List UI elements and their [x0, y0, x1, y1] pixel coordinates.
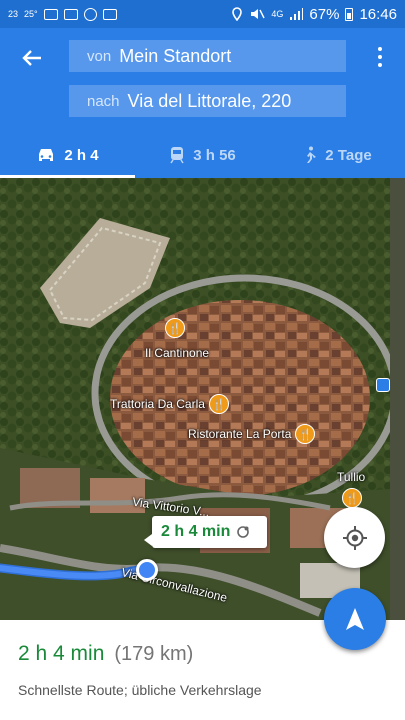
- route-duration: 2 h 4 min: [18, 642, 105, 665]
- destination-field[interactable]: nach Via del Littorale, 220: [69, 85, 346, 117]
- poi-la-porta-label: Ristorante La Porta: [188, 427, 292, 441]
- poi-tullio-label: Tullio: [337, 470, 366, 484]
- network-type: 4G: [271, 8, 284, 19]
- more-dot-icon: [378, 55, 382, 59]
- status-temperature: 25°: [24, 9, 38, 19]
- more-options-button[interactable]: [371, 42, 389, 72]
- refresh-icon: [83, 7, 97, 21]
- origin-prefix: von: [87, 47, 112, 65]
- directions-header: von Mein Standort nach Via del Littorale…: [0, 28, 405, 178]
- poi-ristorante-la-porta[interactable]: Ristorante La Porta 🍴: [188, 424, 316, 444]
- tab-driving[interactable]: 2 h 4: [0, 132, 135, 178]
- car-icon: [39, 149, 54, 161]
- tab-transit-label: 3 h 56: [193, 146, 236, 164]
- signal-icon: [290, 8, 304, 20]
- my-location-button[interactable]: [324, 507, 385, 568]
- more-dot-icon: [378, 47, 382, 51]
- back-button[interactable]: [14, 42, 50, 74]
- status-bar: 23 25° 4G 67% 16:46: [0, 0, 405, 28]
- crosshair-icon: [342, 525, 367, 550]
- destination-value: Via del Littorale, 220: [127, 90, 292, 111]
- app-icon: [102, 8, 117, 20]
- walk-icon: [307, 146, 317, 163]
- tab-walking-label: 2 Tage: [325, 146, 372, 164]
- tab-transit[interactable]: 3 h 56: [135, 132, 270, 178]
- poi-il-cantinone[interactable]: 🍴: [165, 318, 185, 338]
- gmail-icon: [63, 8, 78, 20]
- location-icon: [232, 7, 243, 21]
- mute-icon: [251, 9, 266, 19]
- tab-walking[interactable]: 2 Tage: [270, 132, 405, 178]
- route-duration-bubble[interactable]: 2 h 4 min: [144, 516, 267, 548]
- poi-il-cantinone-label: Il Cantinone: [145, 346, 210, 360]
- route-distance: (179 km): [114, 643, 194, 665]
- route-summary: 2 h 4 min (179 km): [18, 642, 387, 666]
- restaurant-icon: 🍴: [295, 424, 316, 444]
- poi-trattoria-da-carla[interactable]: Trattoria Da Carla 🍴: [110, 394, 229, 414]
- status-right: 4G 67% 16:46: [231, 6, 397, 23]
- bus-icon: [376, 378, 390, 392]
- status-notification-count: 23: [8, 9, 19, 19]
- tab-driving-label: 2 h 4: [64, 146, 99, 164]
- poi-trattoria-label: Trattoria Da Carla: [110, 397, 205, 411]
- more-dot-icon: [378, 63, 382, 67]
- current-location-dot: [136, 559, 158, 581]
- toll-icon: [237, 526, 250, 538]
- status-time: 16:46: [359, 5, 397, 23]
- status-left: 23 25°: [8, 7, 117, 21]
- origin-field[interactable]: von Mein Standort: [69, 40, 346, 72]
- restaurant-icon: 🍴: [208, 394, 229, 414]
- restaurant-icon: 🍴: [165, 318, 185, 338]
- origin-value: Mein Standort: [119, 45, 232, 66]
- restaurant-icon: 🍴: [342, 488, 362, 508]
- destination-prefix: nach: [87, 92, 120, 110]
- route-bubble-text: 2 h 4 min: [161, 523, 231, 540]
- gmail-icon: [43, 8, 58, 20]
- battery-icon: [345, 7, 354, 21]
- bus-stop[interactable]: [376, 378, 390, 392]
- route-description: Schnellste Route; übliche Verkehrslage: [18, 682, 262, 698]
- arrow-back-icon: [22, 50, 41, 66]
- start-navigation-button[interactable]: [324, 588, 386, 650]
- train-icon: [170, 147, 184, 164]
- travel-mode-tabs: 2 h 4 3 h 56 2 Tage: [0, 132, 405, 178]
- poi-tullio[interactable]: 🍴: [342, 488, 362, 508]
- battery-percent: 67%: [309, 5, 340, 23]
- navigation-arrow-icon: [346, 608, 364, 630]
